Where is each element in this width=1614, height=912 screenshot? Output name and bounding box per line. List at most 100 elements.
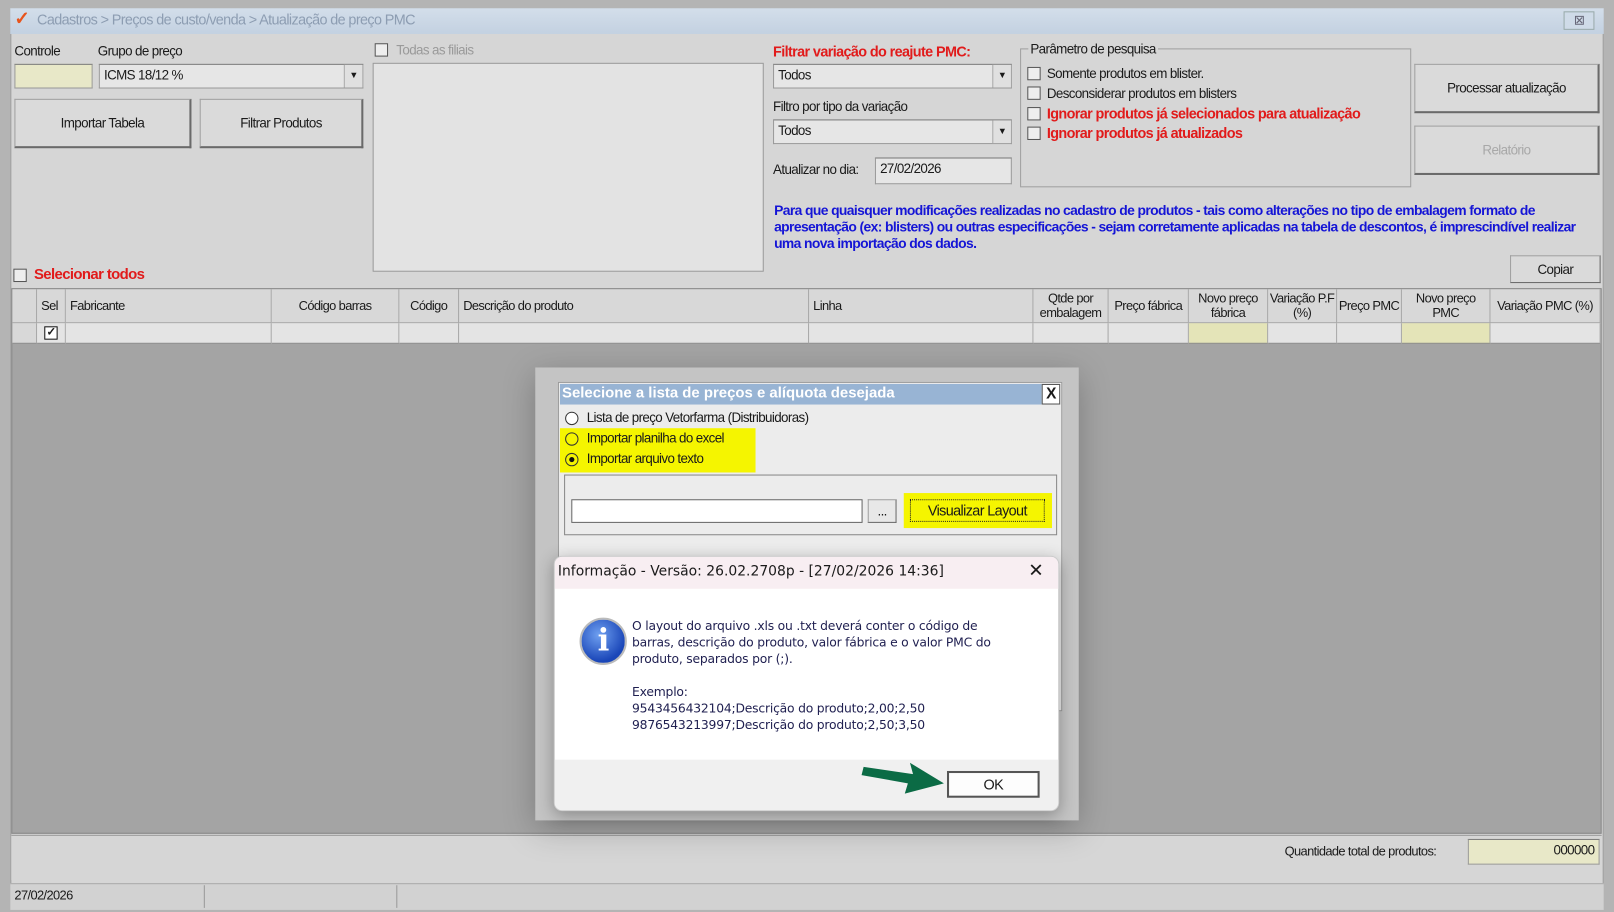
radio-option-excel[interactable]: Importar planilha do excel xyxy=(565,430,725,446)
grid-column-header[interactable]: Variação P.F (%) xyxy=(1268,289,1338,324)
variacao-label: Filtrar variação do reajute PMC: xyxy=(773,43,971,60)
radio-button[interactable] xyxy=(565,452,579,467)
copiar-button[interactable]: Copiar xyxy=(1510,255,1601,284)
grid-column-header[interactable]: Preço PMC xyxy=(1337,289,1402,324)
grid-cell[interactable] xyxy=(459,323,810,344)
grid-cell[interactable] xyxy=(809,323,1034,344)
grid-row-header-corner[interactable] xyxy=(12,289,38,324)
selecionar-todos-label: Selecionar todos xyxy=(33,266,145,284)
param-label-2: Desconsiderar produtos em blisters xyxy=(1046,85,1237,101)
radio-button[interactable] xyxy=(565,432,579,446)
grid-cell[interactable] xyxy=(1337,323,1402,344)
importar-tabela-button[interactable]: Importar Tabela xyxy=(14,98,192,149)
grid-cell[interactable] xyxy=(1490,323,1601,344)
visualizar-layout-button[interactable]: Visualizar Layout xyxy=(909,499,1045,522)
grupo-label: Grupo de preço xyxy=(97,43,183,59)
controle-label: Controle xyxy=(14,43,61,59)
param-checkbox-3[interactable] xyxy=(1027,107,1041,121)
window-close-button[interactable]: ⊠ xyxy=(1563,11,1595,30)
atualizar-date-input[interactable]: 27/02/2026 xyxy=(874,157,1012,185)
filtrar-produtos-button[interactable]: Filtrar Produtos xyxy=(199,98,364,149)
notice-text: Para que quaisquer modificações realizad… xyxy=(774,202,1576,252)
radio-option-vetorfarma[interactable]: Lista de preço Vetorfarma (Distribuidora… xyxy=(565,409,809,426)
price-list-dialog-title: Selecione a lista de preços e alíquota d… xyxy=(559,383,1042,405)
window-title: Cadastros > Preços de custo/venda > Atua… xyxy=(37,11,416,28)
grid-column-header[interactable]: Qtde por embalagem xyxy=(1033,289,1109,324)
radio-label: Importar arquivo texto xyxy=(586,450,704,467)
todas-filiais-checkbox[interactable] xyxy=(374,43,389,57)
grid-column-header[interactable]: Fabricante xyxy=(65,289,272,324)
processar-button[interactable]: Processar atualização xyxy=(1414,63,1600,114)
grid-cell[interactable] xyxy=(1033,323,1109,344)
info-message: O layout do arquivo .xls ou .txt deverá … xyxy=(632,618,991,733)
example-line: 9543456432104;Descrição do produto;2,00;… xyxy=(632,700,925,716)
grid-column-header[interactable]: Sel xyxy=(37,289,66,324)
radio-label: Lista de preço Vetorfarma (Distribuidora… xyxy=(586,409,809,426)
grupo-value: ICMS 18/12 % xyxy=(103,66,183,83)
grid-column-header[interactable]: Preço fábrica xyxy=(1108,289,1189,324)
grid-column-header[interactable]: Descrição do produto xyxy=(459,289,810,324)
radio-option-texto[interactable]: Importar arquivo texto xyxy=(565,450,704,467)
tipo-value: Todos xyxy=(778,122,811,138)
param-label-4: Ignorar produtos já atualizados xyxy=(1046,124,1243,142)
tipo-select[interactable]: Todos ▼ xyxy=(773,119,1012,145)
variacao-select[interactable]: Todos ▼ xyxy=(773,63,1012,89)
atualizar-label: Atualizar no dia: xyxy=(773,161,859,178)
example-line: 9876543213997;Descrição do produto;2,50;… xyxy=(632,717,925,732)
parametro-title: Parâmetro de pesquisa xyxy=(1028,41,1158,57)
file-path-input[interactable] xyxy=(571,499,863,523)
grid-cell[interactable] xyxy=(399,323,460,344)
chevron-down-icon: ▼ xyxy=(992,64,1011,88)
info-line: barras, descrição do produto, valor fábr… xyxy=(632,635,991,650)
grid-cell[interactable] xyxy=(1268,323,1338,344)
ok-button[interactable]: OK xyxy=(946,770,1040,798)
param-label-1: Somente produtos em blister. xyxy=(1046,65,1204,82)
chevron-down-icon: ▼ xyxy=(343,64,363,88)
info-line: O layout do arquivo .xls ou .txt deverá … xyxy=(632,618,978,634)
param-checkbox-2[interactable] xyxy=(1027,86,1041,100)
grid-cell[interactable] xyxy=(65,323,272,344)
grid-column-header[interactable]: Código xyxy=(399,289,460,324)
example-label: Exemplo: xyxy=(632,684,688,699)
relatorio-button[interactable]: Relatório xyxy=(1414,125,1600,175)
radio-button[interactable] xyxy=(565,411,579,426)
green-arrow-icon xyxy=(861,762,944,794)
grid-column-header[interactable]: Linha xyxy=(809,289,1034,324)
grid-cell[interactable] xyxy=(271,323,400,344)
grid-column-header[interactable]: Novo preço fábrica xyxy=(1188,289,1269,324)
status-date: 27/02/2026 xyxy=(14,888,73,903)
info-line: produto, separados por (;). xyxy=(632,651,793,666)
tipo-label: Filtro por tipo da variação xyxy=(773,98,908,115)
grid-cell[interactable] xyxy=(1188,323,1269,344)
close-icon[interactable]: ✕ xyxy=(1028,560,1044,582)
status-bar xyxy=(10,883,1604,910)
filiais-list[interactable] xyxy=(372,62,764,272)
browse-button[interactable]: ... xyxy=(867,499,897,523)
grid-cell[interactable]: ✓ xyxy=(37,323,66,344)
grid-cell[interactable] xyxy=(1108,323,1189,344)
selecionar-todos-checkbox[interactable] xyxy=(13,268,27,283)
param-checkbox-1[interactable] xyxy=(1027,66,1041,81)
controle-input[interactable] xyxy=(14,63,93,89)
grid-column-header[interactable]: Novo preço PMC xyxy=(1401,289,1491,324)
quantidade-label: Quantidade total de produtos: xyxy=(1284,844,1437,859)
checkbox-checked-icon[interactable]: ✓ xyxy=(44,326,58,340)
variacao-value: Todos xyxy=(778,66,811,83)
grid-column-header[interactable]: Código barras xyxy=(271,289,400,324)
chevron-down-icon: ▼ xyxy=(992,120,1011,144)
quantidade-value: 000000 xyxy=(1467,838,1600,865)
info-icon: i xyxy=(579,617,627,665)
app-logo-icon: ✓ xyxy=(14,8,30,29)
param-checkbox-4[interactable] xyxy=(1027,126,1041,140)
radio-label: Importar planilha do excel xyxy=(586,430,725,446)
param-label-3: Ignorar produtos já selecionados para at… xyxy=(1046,104,1361,122)
close-icon[interactable]: X xyxy=(1041,383,1061,405)
grid-cell[interactable] xyxy=(12,323,38,344)
window-titlebar: ✓ Cadastros > Preços de custo/venda > At… xyxy=(10,8,1604,34)
todas-filiais-label: Todas as filiais xyxy=(396,42,474,58)
status-divider xyxy=(396,885,398,908)
status-divider xyxy=(203,885,205,908)
grid-column-header[interactable]: Variação PMC (%) xyxy=(1490,289,1601,324)
grupo-select[interactable]: ICMS 18/12 % ▼ xyxy=(98,63,364,89)
grid-cell[interactable] xyxy=(1401,323,1491,344)
